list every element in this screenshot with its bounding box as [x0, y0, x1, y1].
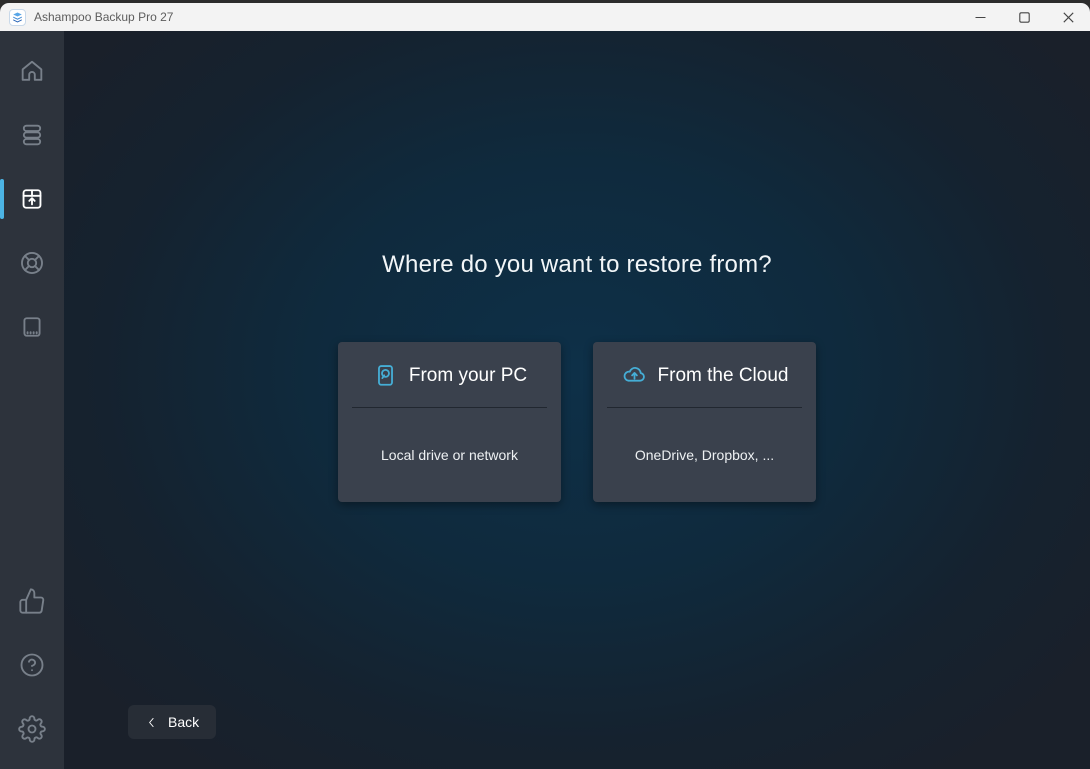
help-icon: [18, 651, 46, 679]
maximize-icon[interactable]: [1002, 3, 1046, 31]
sidebar: [0, 31, 64, 769]
cloud-upload-icon: [621, 362, 648, 389]
card-title: From your PC: [409, 365, 527, 387]
card-header: From the Cloud: [621, 362, 789, 389]
card-title: From the Cloud: [658, 365, 789, 387]
window-controls: [958, 3, 1090, 31]
main-content: Where do you want to restore from? From …: [64, 31, 1090, 769]
sidebar-item-restore[interactable]: [0, 167, 64, 231]
sidebar-item-backup[interactable]: [0, 103, 64, 167]
sidebar-item-help[interactable]: [0, 633, 64, 697]
rescue-lifebuoy-icon: [18, 249, 46, 277]
card-divider: [607, 407, 802, 408]
hard-drive-icon: [372, 362, 399, 389]
window-title: Ashampoo Backup Pro 27: [34, 10, 173, 24]
restore-source-cards: From your PC Local drive or network From…: [64, 342, 1090, 502]
sidebar-item-rate[interactable]: [0, 569, 64, 633]
home-icon: [18, 57, 46, 85]
card-from-your-pc[interactable]: From your PC Local drive or network: [338, 342, 561, 502]
chevron-left-icon: [145, 716, 158, 729]
thumbs-up-icon: [18, 587, 46, 615]
backup-drives-icon: [18, 121, 46, 149]
sidebar-item-home[interactable]: [0, 39, 64, 103]
sidebar-bottom-group: [0, 569, 64, 761]
page-title: Where do you want to restore from?: [64, 251, 1090, 279]
restore-box-icon: [18, 185, 46, 213]
sidebar-item-settings[interactable]: [0, 697, 64, 761]
disc-drive-icon: [18, 313, 46, 341]
minimize-icon[interactable]: [958, 3, 1002, 31]
card-subtitle: OneDrive, Dropbox, ...: [635, 447, 774, 463]
card-subtitle: Local drive or network: [381, 447, 518, 463]
settings-gear-icon: [18, 715, 46, 743]
sidebar-item-drive[interactable]: [0, 295, 64, 359]
sidebar-item-rescue[interactable]: [0, 231, 64, 295]
app-logo-icon: [9, 9, 26, 26]
card-divider: [352, 407, 547, 408]
app-window: Ashampoo Backup Pro 27: [0, 3, 1090, 769]
back-button[interactable]: Back: [128, 705, 216, 739]
back-button-label: Back: [168, 714, 199, 730]
card-header: From your PC: [372, 362, 527, 389]
card-from-the-cloud[interactable]: From the Cloud OneDrive, Dropbox, ...: [593, 342, 816, 502]
close-icon[interactable]: [1046, 3, 1090, 31]
titlebar: Ashampoo Backup Pro 27: [0, 3, 1090, 31]
